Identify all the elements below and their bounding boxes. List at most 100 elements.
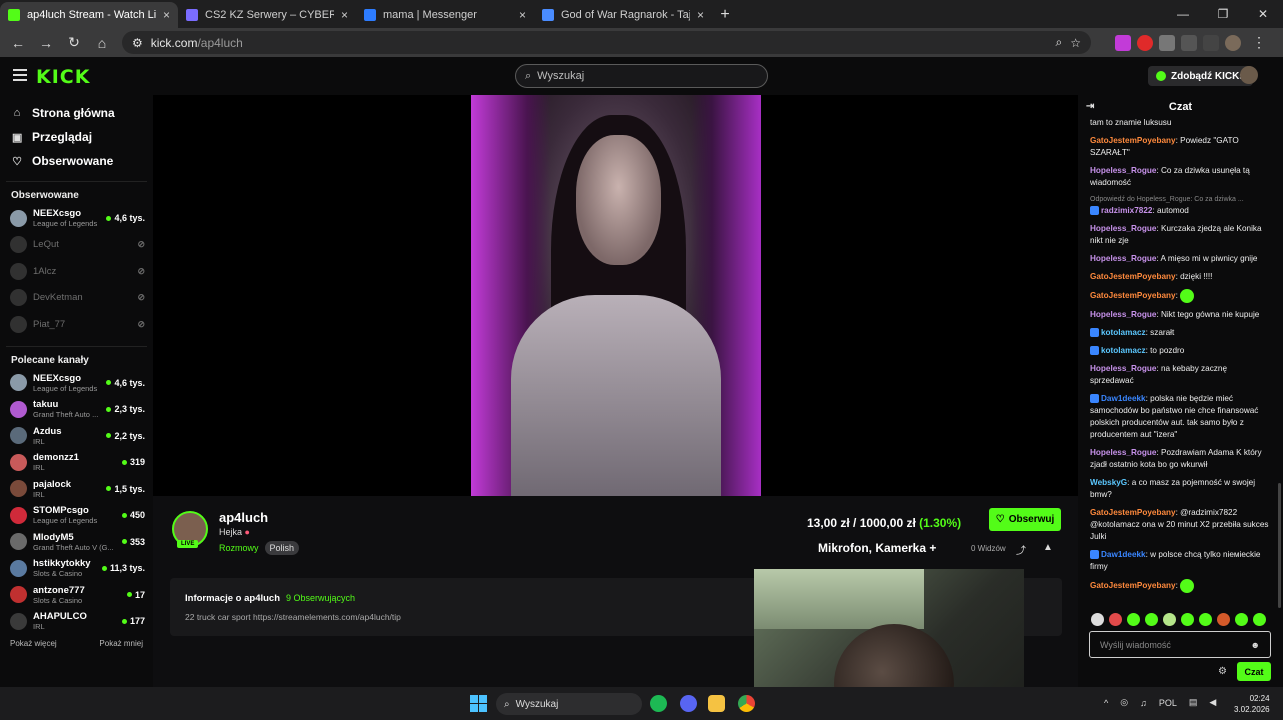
- kick-logo[interactable]: KICK: [36, 66, 90, 88]
- browser-tab[interactable]: God of War Ragnarok - Tajemn ×: [534, 2, 712, 28]
- chat-settings-icon[interactable]: ⚙: [1218, 666, 1227, 677]
- tab-close-icon[interactable]: ×: [163, 8, 170, 22]
- streamer-name[interactable]: ap4luch: [219, 510, 268, 525]
- extensions-puzzle-icon[interactable]: [1181, 34, 1197, 51]
- tray-overflow-icon[interactable]: ^: [1104, 698, 1108, 708]
- discord-icon[interactable]: [680, 695, 697, 712]
- video-player[interactable]: [153, 95, 1078, 496]
- chat-username[interactable]: GatoJestemPoyebany: [1090, 136, 1176, 145]
- bookmark-star-icon[interactable]: ☆: [1070, 36, 1081, 50]
- browser-tab[interactable]: mama | Messenger ×: [356, 2, 534, 28]
- site-info-icon[interactable]: ⚙: [132, 36, 143, 50]
- chat-username[interactable]: Daw1deekk: [1101, 550, 1146, 559]
- windows-start-icon[interactable]: [470, 695, 487, 712]
- channel-item[interactable]: pajalock IRL 1,5 tys.: [0, 476, 153, 503]
- channel-item[interactable]: demonzz1 IRL 319: [0, 449, 153, 476]
- channel-item[interactable]: hstikkytokky Slots & Casino 11,3 tys.: [0, 555, 153, 582]
- chat-username[interactable]: GatoJestemPoyebany: [1090, 291, 1176, 300]
- search-input[interactable]: ⌕ Wyszukaj: [515, 64, 768, 88]
- chat-username[interactable]: kotolamacz: [1101, 346, 1146, 355]
- tab-close-icon[interactable]: ×: [697, 8, 704, 22]
- taskbar-search[interactable]: ⌕ Wyszukaj: [496, 693, 642, 715]
- follow-button[interactable]: ♡ Obserwuj: [989, 508, 1061, 531]
- back-button[interactable]: ←: [6, 31, 30, 55]
- emote-icon[interactable]: [1127, 613, 1140, 626]
- emote-icon[interactable]: [1199, 613, 1212, 626]
- send-chat-button[interactable]: Czat: [1237, 662, 1271, 681]
- emote-icon[interactable]: [1253, 613, 1266, 626]
- profile-avatar[interactable]: [1225, 34, 1241, 51]
- emote-icon[interactable]: [1235, 613, 1248, 626]
- chat-username[interactable]: Daw1deekk: [1101, 394, 1146, 403]
- chrome-icon[interactable]: [738, 695, 755, 712]
- browser-tab[interactable]: ap4luch Stream - Watch Live ×: [0, 2, 178, 28]
- emote-icon[interactable]: [1181, 613, 1194, 626]
- forward-button[interactable]: →: [34, 31, 58, 55]
- tab-close-icon[interactable]: ×: [341, 8, 348, 22]
- chat-input[interactable]: Wyślij wiadomość ☻: [1089, 631, 1271, 658]
- chat-username[interactable]: GatoJestemPoyebany: [1090, 581, 1176, 590]
- chat-username[interactable]: radzimix7822: [1101, 206, 1152, 215]
- chat-username[interactable]: WebskyG: [1090, 478, 1127, 487]
- sidebar-nav-item[interactable]: ♡ Obserwowane: [0, 149, 153, 173]
- get-kicks-button[interactable]: Zdobądź KICKs: [1148, 66, 1253, 86]
- emote-icon[interactable]: [1109, 613, 1122, 626]
- network-icon[interactable]: ▤: [1189, 697, 1198, 708]
- new-tab-button[interactable]: +: [712, 2, 738, 28]
- tab-close-icon[interactable]: ×: [519, 8, 526, 22]
- hamburger-menu-icon[interactable]: [13, 69, 27, 81]
- chat-username[interactable]: Hopeless_Rogue: [1090, 254, 1156, 263]
- sidebar-nav-item[interactable]: ▣ Przeglądaj: [0, 125, 153, 149]
- channel-item[interactable]: takuu Grand Theft Auto ... 2,3 tys.: [0, 396, 153, 423]
- report-icon[interactable]: ▲: [1043, 542, 1053, 553]
- emoji-picker-icon[interactable]: ☻: [1251, 640, 1260, 650]
- chat-username[interactable]: GatoJestemPoyebany: [1090, 508, 1176, 517]
- collapse-chat-icon[interactable]: ⇥: [1086, 101, 1094, 112]
- language-indicator[interactable]: POL: [1159, 698, 1177, 708]
- channel-item[interactable]: antzone777 Slots & Casino 17: [0, 582, 153, 609]
- chat-username[interactable]: Hopeless_Rogue: [1090, 310, 1156, 319]
- chat-username[interactable]: Hopeless_Rogue: [1090, 364, 1156, 373]
- emote-icon[interactable]: [1217, 613, 1230, 626]
- channel-item[interactable]: NEEXcsgo League of Legends 4,6 tys.: [0, 205, 153, 232]
- spotify-icon[interactable]: [650, 695, 667, 712]
- browser-menu-icon[interactable]: ⋮: [1247, 31, 1271, 55]
- language-tag[interactable]: Polish: [264, 541, 300, 555]
- minimize-button[interactable]: —: [1163, 0, 1203, 28]
- channel-item[interactable]: LeQut ⊘: [0, 232, 153, 259]
- file-explorer-icon[interactable]: [708, 695, 725, 712]
- extension-icon[interactable]: [1159, 34, 1175, 51]
- url-omnibox[interactable]: ⚙ kick.com/ap4luch ⌕ ☆: [122, 31, 1091, 54]
- extension-icon[interactable]: [1115, 34, 1131, 51]
- sidebar-nav-item[interactable]: ⌂ Strona główna: [0, 101, 153, 125]
- channel-item[interactable]: DevKetman ⊘: [0, 285, 153, 312]
- system-clock[interactable]: 02:24 3.02.2026: [1234, 693, 1270, 715]
- tray-app-icon[interactable]: ◎: [1120, 697, 1128, 708]
- share-icon[interactable]: ⤴: [1016, 542, 1026, 557]
- show-more-link[interactable]: Pokaż więcej: [10, 639, 57, 648]
- channel-item[interactable]: Azdus IRL 2,2 tys.: [0, 423, 153, 450]
- chat-username[interactable]: GatoJestemPoyebany: [1090, 272, 1176, 281]
- chat-messages[interactable]: tam to znamie luksusu GatoJestemPoyebany:…: [1090, 117, 1270, 605]
- chat-username[interactable]: Hopeless_Rogue: [1090, 166, 1156, 175]
- channel-item[interactable]: NEEXcsgo League of Legends 4,6 tys.: [0, 370, 153, 397]
- channel-item[interactable]: 1Alcz ⊘: [0, 258, 153, 285]
- emote-icon[interactable]: [1163, 613, 1176, 626]
- user-avatar[interactable]: [1240, 66, 1258, 84]
- channel-item[interactable]: Piat_77 ⊘: [0, 311, 153, 338]
- show-less-link[interactable]: Pokaż mniej: [99, 639, 143, 648]
- reload-button[interactable]: ↻: [62, 31, 86, 55]
- browser-tab[interactable]: CS2 KZ Serwery – CYBERSHOKE ×: [178, 2, 356, 28]
- zoom-icon[interactable]: ⌕: [1056, 35, 1063, 50]
- reading-list-icon[interactable]: [1203, 34, 1219, 51]
- channel-item[interactable]: MlodyM5 Grand Theft Auto V (G... 353: [0, 529, 153, 556]
- channel-item[interactable]: STOMPcsgo League of Legends 450: [0, 502, 153, 529]
- category-link[interactable]: Rozmowy: [219, 543, 259, 553]
- maximize-button[interactable]: ❐: [1203, 0, 1243, 28]
- channel-item[interactable]: AHAPULCO IRL 177: [0, 608, 153, 635]
- close-window-button[interactable]: ✕: [1243, 0, 1283, 28]
- chat-scrollbar[interactable]: [1278, 483, 1281, 608]
- extension-icon[interactable]: [1137, 34, 1153, 51]
- chat-username[interactable]: Hopeless_Rogue: [1090, 224, 1156, 233]
- home-button[interactable]: ⌂: [90, 31, 114, 55]
